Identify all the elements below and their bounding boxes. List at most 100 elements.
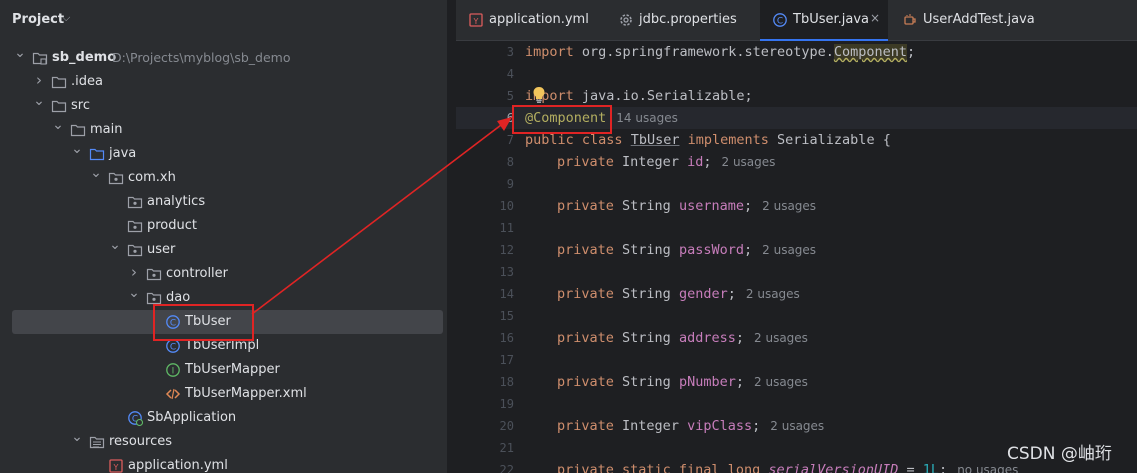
field-type: String — [622, 242, 671, 258]
keyword: public — [525, 132, 574, 148]
svg-text:C: C — [170, 319, 176, 329]
code-text: import org.springframework.stereotype.Co… — [525, 41, 915, 63]
tab-label: jdbc.properties — [639, 12, 737, 27]
chevron-down-icon[interactable]: ⌄ — [52, 117, 64, 133]
usages-hint[interactable]: 14 usages — [616, 111, 678, 125]
project-pane-title[interactable]: Project — [12, 12, 64, 27]
line-number: 6 — [506, 111, 514, 125]
field-declaration: private String username; 2 usages — [557, 198, 817, 214]
chevron-down-icon[interactable]: ⌄ — [128, 285, 140, 301]
field-declaration: private String passWord; 2 usages — [557, 242, 817, 258]
semicolon: ; — [939, 462, 948, 473]
code-line: 7 public class TbUser implements Seriali… — [456, 129, 1137, 151]
tree-item-tbusermapper-xml[interactable]: TbUserMapper.xml — [0, 382, 447, 406]
interface-name: Serializable { — [768, 132, 891, 148]
tree-item-user[interactable]: ⌄ user — [0, 237, 447, 262]
pane-divider[interactable] — [447, 0, 456, 473]
tree-item-tbuserimpl[interactable]: C TbUserImpl — [0, 334, 447, 358]
code-editor[interactable]: 3 import org.springframework.stereotype.… — [456, 41, 1137, 473]
line-number: 12 — [499, 243, 514, 257]
usages-hint[interactable]: 2 usages — [762, 243, 816, 257]
constant-name: serialVersionUID — [768, 462, 899, 473]
tab-label: TbUser.java — [793, 12, 870, 27]
chevron-down-icon[interactable]: ⌄ — [71, 141, 83, 157]
tree-item-sbapplication[interactable]: C SbApplication — [0, 406, 447, 430]
chevron-right-icon[interactable]: › — [33, 72, 45, 88]
code-line: 4 — [456, 63, 1137, 85]
field-name: address — [678, 330, 736, 346]
keyword: private — [557, 418, 614, 434]
close-icon[interactable]: × — [870, 11, 880, 25]
tree-item-label: user — [147, 242, 176, 257]
field-declaration: private Integer vipClass; 2 usages — [557, 418, 825, 434]
usages-hint[interactable]: 2 usages — [770, 419, 824, 433]
tab-label: UserAddTest.java — [923, 12, 1035, 27]
keyword: private — [557, 154, 614, 170]
tab-application-yml[interactable]: Y application.yml — [456, 0, 604, 40]
chevron-down-icon[interactable]: ⌵ — [62, 11, 70, 25]
interface-icon: I — [165, 362, 181, 378]
field-type: Integer — [622, 418, 679, 434]
chevron-down-icon[interactable]: ⌄ — [90, 165, 102, 181]
usages-hint[interactable]: 2 usages — [746, 287, 800, 301]
code-text: public class TbUser implements Serializa… — [525, 129, 891, 151]
type-keyword: long — [719, 462, 769, 473]
keyword: private — [557, 330, 614, 346]
chevron-down-icon[interactable]: ⌄ — [71, 429, 83, 445]
tree-item-tbusermapper[interactable]: I TbUserMapper — [0, 358, 447, 382]
usages-hint[interactable]: 2 usages — [754, 331, 808, 345]
code-line: 16 private String address; 2 usages — [456, 327, 1137, 349]
tree-item-controller[interactable]: › controller — [0, 262, 447, 286]
tree-item-resources[interactable]: ⌄ resources — [0, 429, 447, 454]
code-line: 5 import java.io.Serializable; — [456, 85, 1137, 107]
import-path: java.io.Serializable; — [573, 88, 753, 104]
module-path: D:\Projects\myblog\sb_demo — [112, 50, 291, 65]
line-number: 18 — [499, 375, 514, 389]
tree-item-idea[interactable]: › .idea — [0, 70, 447, 94]
tree-item-application-yml[interactable]: Yapplication.yml — [0, 454, 447, 473]
chevron-down-icon[interactable]: ⌄ — [14, 45, 26, 61]
chevron-down-icon[interactable]: ⌄ — [109, 237, 121, 253]
project-tool-window: Project ⌵ ⌄ sb_demo D:\Projects\myblog\sb_… — [0, 0, 447, 473]
tree-item-label: dao — [166, 290, 191, 305]
package-icon — [146, 290, 162, 306]
code-line: 8 private Integer id; 2 usages — [456, 151, 1137, 173]
tab-useraddtest-java[interactable]: UserAddTest.java — [888, 0, 1038, 40]
tree-item-main[interactable]: ⌄ main — [0, 117, 447, 142]
field-declaration: private String pNumber; 2 usages — [557, 374, 808, 390]
tab-tbuser-java[interactable]: C TbUser.java × — [760, 0, 888, 41]
chevron-down-icon[interactable]: ⌄ — [33, 93, 45, 109]
chevron-right-icon[interactable]: › — [128, 264, 140, 280]
package-icon — [146, 266, 162, 282]
tree-item-label: resources — [109, 434, 173, 449]
number-literal: 1L — [922, 462, 940, 473]
tree-item-label: sb_demo — [52, 50, 117, 65]
folder-icon — [51, 74, 67, 90]
folder-icon — [51, 98, 67, 114]
field-type: Integer — [622, 154, 679, 170]
usages-hint[interactable]: 2 usages — [754, 375, 808, 389]
resources-folder-icon — [89, 434, 105, 450]
keyword: import — [525, 44, 574, 60]
tab-jdbc-properties[interactable]: jdbc.properties — [604, 0, 760, 40]
code-line: 10 private String username; 2 usages — [456, 195, 1137, 217]
xml-file-icon — [165, 386, 181, 402]
line-number: 8 — [506, 155, 514, 169]
tree-item-java[interactable]: ⌄ java — [0, 141, 447, 166]
usages-hint[interactable]: no usages — [957, 463, 1018, 473]
usages-hint[interactable]: 2 usages — [762, 199, 816, 213]
tree-item-src[interactable]: ⌄ src — [0, 93, 447, 118]
keyword: private — [557, 286, 614, 302]
field-name: pNumber — [678, 374, 736, 390]
tree-item-tbuser[interactable]: C TbUser — [0, 310, 447, 334]
code-text: private static final long serialVersionU… — [557, 459, 1018, 473]
tree-item-com-xh[interactable]: ⌄ com.xh — [0, 165, 447, 190]
lightbulb-icon[interactable] — [532, 86, 546, 104]
tree-item-dao[interactable]: ⌄ dao — [0, 285, 447, 310]
usages-hint[interactable]: 2 usages — [722, 155, 776, 169]
line-number: 20 — [499, 419, 514, 433]
tree-item-analytics[interactable]: analytics — [0, 190, 447, 214]
tree-item-sb-demo[interactable]: ⌄ sb_demo D:\Projects\myblog\sb_demo — [0, 45, 447, 70]
tree-item-product[interactable]: product — [0, 214, 447, 238]
code-line: 20 private Integer vipClass; 2 usages — [456, 415, 1137, 437]
